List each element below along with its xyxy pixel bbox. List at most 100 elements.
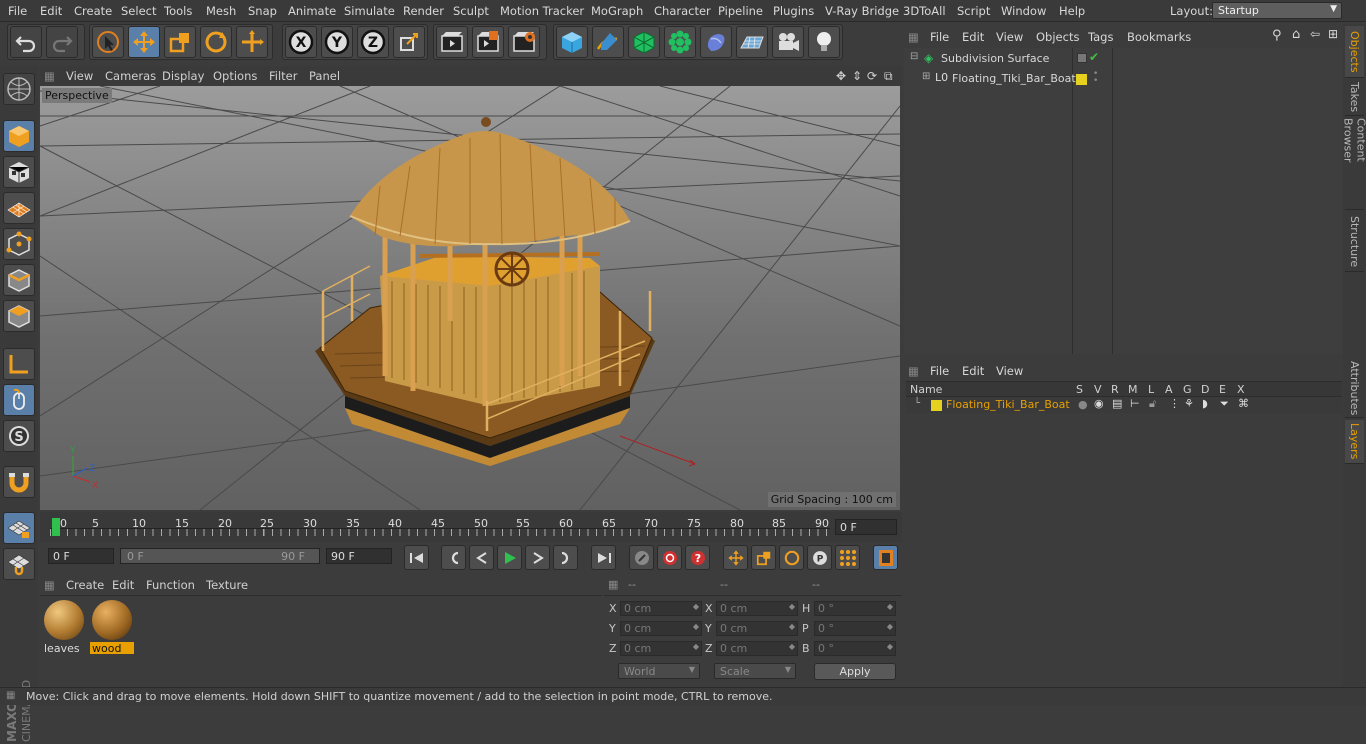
menu-create[interactable]: Create: [74, 4, 112, 18]
tab-attributes[interactable]: Attributes: [1345, 360, 1364, 418]
spinner-icon[interactable]: ◆: [887, 622, 893, 631]
goto-start-icon[interactable]: [404, 545, 429, 570]
spinner-icon[interactable]: ◆: [789, 602, 795, 611]
z-axis-lock-icon[interactable]: Z: [357, 26, 389, 58]
playhead[interactable]: [52, 518, 60, 536]
menu-pipeline[interactable]: Pipeline: [718, 4, 763, 18]
deformer-icon[interactable]: [700, 26, 732, 58]
camera-icon[interactable]: [772, 26, 804, 58]
workplane-lock-icon[interactable]: [3, 512, 35, 544]
search-icon[interactable]: ⚲: [1272, 28, 1282, 43]
size-y-field[interactable]: 0 cm ◆: [716, 621, 798, 636]
pos-z-field[interactable]: 0 cm ◆: [620, 641, 702, 656]
snap-icon[interactable]: [3, 466, 35, 498]
timeline-ruler[interactable]: 0 5 10 15 20 25 30 35 40 45 50 55 60 65 …: [40, 512, 902, 542]
menu-plugins[interactable]: Plugins: [773, 4, 814, 18]
menu-file[interactable]: File: [8, 4, 27, 18]
layer-color-swatch[interactable]: [1076, 74, 1087, 85]
key-point-level-icon[interactable]: [835, 545, 860, 570]
pen-icon[interactable]: [592, 26, 624, 58]
col-view[interactable]: V: [1094, 383, 1102, 396]
col-deformers[interactable]: D: [1201, 383, 1209, 396]
menu-script[interactable]: Script: [957, 4, 990, 18]
tab-content-browser[interactable]: Content Browser: [1342, 118, 1366, 210]
polygons-mode-icon[interactable]: [3, 300, 35, 332]
spinner-icon[interactable]: ◆: [887, 602, 893, 611]
menu-help[interactable]: Help: [1059, 4, 1085, 18]
col-solo[interactable]: S: [1076, 383, 1083, 396]
mat-menu-texture[interactable]: Texture: [206, 578, 248, 592]
x-axis-lock-icon[interactable]: X: [285, 26, 317, 58]
col-locked[interactable]: L: [1148, 383, 1154, 396]
material-leaves[interactable]: leaves: [42, 598, 86, 656]
tab-takes[interactable]: Takes: [1345, 80, 1364, 116]
menu-mesh[interactable]: Mesh: [206, 4, 236, 18]
deformer-toggle-icon[interactable]: ◗: [1202, 397, 1208, 410]
obj-menu-view[interactable]: View: [996, 30, 1023, 44]
menu-motion-tracker[interactable]: Motion Tracker: [500, 4, 584, 18]
col-generators[interactable]: G: [1183, 383, 1192, 396]
col-xref[interactable]: X: [1237, 383, 1245, 396]
floor-icon[interactable]: [736, 26, 768, 58]
obj-menu-objects[interactable]: Objects: [1036, 30, 1079, 44]
undo-icon[interactable]: [10, 26, 42, 58]
light-icon[interactable]: [808, 26, 840, 58]
y-axis-lock-icon[interactable]: Y: [321, 26, 353, 58]
back-icon[interactable]: ⇦: [1310, 27, 1320, 41]
maximize-view-icon[interactable]: ⧉: [884, 69, 893, 84]
xref-toggle-icon[interactable]: ⌘: [1238, 397, 1249, 410]
transform-icon[interactable]: [236, 26, 268, 58]
object-tree[interactable]: ⊟ ◈ Subdivision Surface ✔ ⊞ L0 Floating_…: [904, 48, 1342, 354]
rotate-view-icon[interactable]: ⟳: [867, 69, 877, 83]
soft-selection-icon[interactable]: S: [3, 420, 35, 452]
lock-toggle-icon[interactable]: 🔓︎: [1149, 397, 1156, 411]
subdivision-icon[interactable]: [628, 26, 660, 58]
col-animation[interactable]: A: [1165, 383, 1173, 396]
solo-toggle-icon[interactable]: ●: [1078, 398, 1088, 411]
menu-window[interactable]: Window: [1001, 4, 1046, 18]
keyframe-selection-icon[interactable]: ?: [685, 545, 710, 570]
animation-toggle-icon[interactable]: ⋮: [1169, 397, 1180, 410]
obj-menu-tags[interactable]: Tags: [1088, 30, 1113, 44]
key-rotation-icon[interactable]: [779, 545, 804, 570]
pos-y-field[interactable]: 0 cm ◆: [620, 621, 702, 636]
collapse-icon[interactable]: ⊟: [910, 51, 918, 62]
axis-mode-icon[interactable]: [3, 348, 35, 380]
col-name[interactable]: Name: [910, 383, 942, 396]
layer-menu-view[interactable]: View: [996, 364, 1023, 378]
cube-icon[interactable]: [556, 26, 588, 58]
end-frame-field[interactable]: 90 F: [326, 548, 392, 564]
new-view-icon[interactable]: ⊞: [1328, 27, 1338, 41]
object-row-floating-tiki-bar-boat[interactable]: ⊞ L0 Floating_Tiki_Bar_Boat: [908, 71, 1076, 87]
tweak-mode-icon[interactable]: [3, 384, 35, 416]
view-toggle-icon[interactable]: ◉: [1094, 397, 1104, 410]
vp-menu-filter[interactable]: Filter: [269, 69, 297, 83]
play-icon[interactable]: [497, 545, 522, 570]
perspective-viewport[interactable]: Y X Z Perspective Grid Spacing : 100 cm: [40, 86, 900, 510]
rot-p-field[interactable]: 0 ° ◆: [814, 621, 896, 636]
dolly-view-icon[interactable]: ⇕: [852, 69, 862, 83]
redo-icon[interactable]: [46, 26, 78, 58]
layer-menu-file[interactable]: File: [930, 364, 949, 378]
workplane-mode-icon[interactable]: [3, 192, 35, 224]
spinner-icon[interactable]: ◆: [789, 642, 795, 651]
coordinate-mode-select[interactable]: World ▼: [618, 663, 700, 679]
previous-frame-icon[interactable]: [469, 545, 494, 570]
vp-menu-panel[interactable]: Panel: [309, 69, 340, 83]
mat-menu-edit[interactable]: Edit: [112, 578, 134, 592]
model-mode-icon[interactable]: [3, 120, 35, 152]
expression-toggle-icon[interactable]: ⏷: [1220, 397, 1229, 411]
layer-name[interactable]: Floating_Tiki_Bar_Boat: [946, 398, 1070, 411]
menu-select[interactable]: Select: [121, 4, 156, 18]
size-z-field[interactable]: 0 cm ◆: [716, 641, 798, 656]
scale-mode-select[interactable]: Scale ▼: [714, 663, 796, 679]
menu-3dtoall[interactable]: 3DToAll: [903, 4, 946, 18]
apply-button[interactable]: Apply: [814, 663, 896, 680]
material-wood[interactable]: wood: [90, 598, 134, 656]
layout-select[interactable]: Startup ▼: [1212, 2, 1342, 19]
tab-structure[interactable]: Structure: [1345, 212, 1364, 272]
viewport-camera-label[interactable]: Perspective: [42, 88, 112, 103]
vp-menu-cameras[interactable]: Cameras: [105, 69, 156, 83]
menu-sculpt[interactable]: Sculpt: [453, 4, 489, 18]
menu-render[interactable]: Render: [403, 4, 444, 18]
